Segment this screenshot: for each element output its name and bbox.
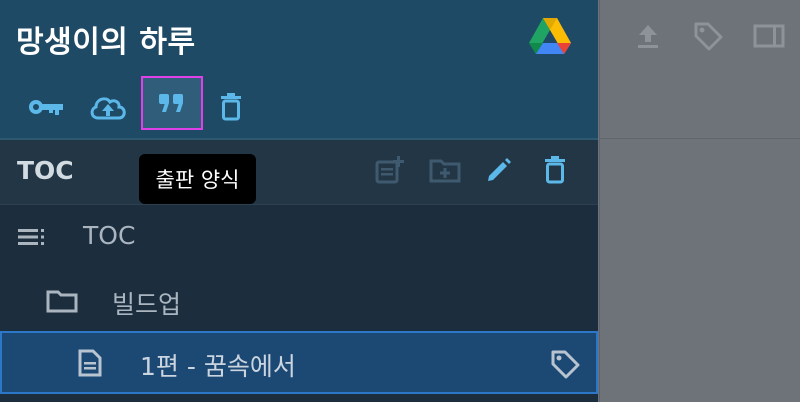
list-item[interactable]: 빌드업 bbox=[0, 270, 598, 332]
panel-icon bbox=[753, 24, 785, 52]
publish-format-button[interactable] bbox=[141, 76, 203, 130]
sidebar-header: 망생이의 하루 bbox=[0, 0, 598, 140]
upload-icon bbox=[637, 23, 659, 53]
tooltip: 출판 양식 bbox=[139, 154, 256, 204]
add-note-button[interactable] bbox=[372, 152, 408, 192]
rename-button[interactable] bbox=[480, 152, 518, 192]
document-icon bbox=[78, 349, 102, 381]
tag-icon[interactable] bbox=[550, 349, 580, 383]
toc-label: TOC bbox=[17, 156, 74, 185]
trash-icon bbox=[220, 93, 242, 121]
panel-toggle-button[interactable] bbox=[752, 20, 786, 56]
list-item-selected[interactable]: 1편 - 꿈속에서 bbox=[0, 331, 598, 394]
page-title: 망생이의 하루 bbox=[16, 25, 196, 60]
folder-plus-icon bbox=[429, 157, 461, 187]
trash-icon bbox=[544, 156, 566, 188]
editor-toolbar bbox=[600, 0, 800, 139]
list-icon bbox=[18, 228, 48, 250]
sidebar: 망생이의 하루 TOC TOC 빌드업 1편 - 꿈속에서 bbox=[0, 0, 598, 402]
cloud-upload-icon bbox=[89, 93, 127, 121]
tree-item-label: 빌드업 bbox=[112, 290, 182, 319]
upload-button[interactable] bbox=[633, 20, 663, 56]
key-button[interactable] bbox=[24, 86, 68, 128]
cloud-upload-button[interactable] bbox=[84, 86, 132, 128]
editor-pane bbox=[599, 0, 800, 402]
note-plus-icon bbox=[375, 156, 405, 188]
google-drive-icon[interactable] bbox=[528, 16, 572, 56]
key-icon bbox=[27, 97, 65, 117]
format-quote-icon bbox=[157, 92, 187, 114]
folder-icon bbox=[46, 289, 78, 317]
delete-button[interactable] bbox=[214, 86, 248, 128]
pencil-icon bbox=[485, 156, 513, 188]
list-item[interactable]: TOC bbox=[0, 206, 598, 268]
tag-icon bbox=[693, 21, 723, 55]
tree-item-label: TOC bbox=[83, 221, 136, 250]
delete-toc-button[interactable] bbox=[538, 152, 572, 192]
tag-button[interactable] bbox=[691, 20, 725, 56]
tree-item-label: 1편 - 꿈속에서 bbox=[140, 352, 296, 381]
add-folder-button[interactable] bbox=[426, 152, 464, 192]
